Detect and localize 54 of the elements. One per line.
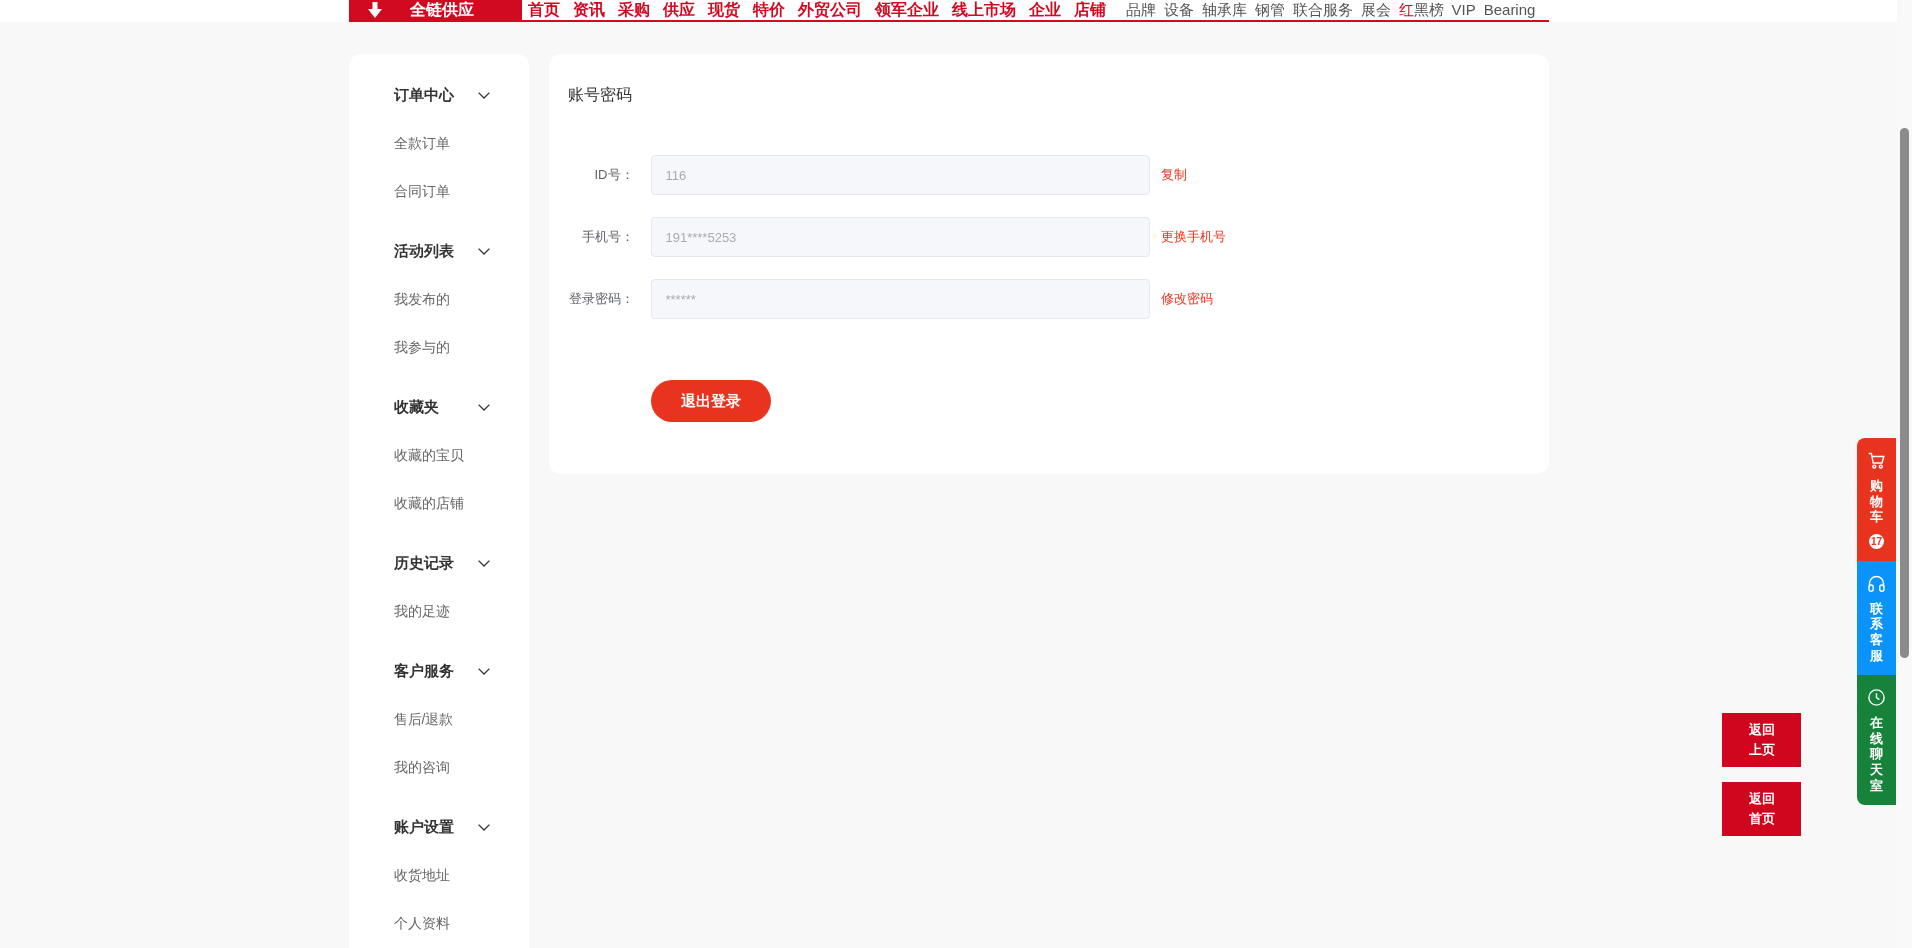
count-badge: 17 <box>1869 533 1884 549</box>
nav-link[interactable]: 外贸公司 <box>797 0 862 20</box>
category-button[interactable]: 全链供应 <box>348 0 522 20</box>
sidebar-item[interactable]: 收藏的宝贝 <box>393 431 464 479</box>
sidebar-group-header[interactable]: 订单中心 <box>393 71 490 119</box>
sidebar-item[interactable]: 收藏的店铺 <box>393 479 464 527</box>
sidebar-group-header[interactable]: 收藏夹 <box>393 383 490 431</box>
nav-link[interactable]: 轴承库 <box>1201 0 1247 20</box>
field-label: ID号： <box>593 166 634 184</box>
nav-link[interactable]: 品牌 <box>1125 0 1156 20</box>
clock-icon <box>1868 689 1885 707</box>
sidebar-group-header[interactable]: 客户服务 <box>393 647 490 695</box>
headset-icon <box>1868 574 1885 592</box>
logout-button[interactable]: 退出登录 <box>650 380 771 422</box>
nav-link[interactable]: VIP <box>1451 0 1476 20</box>
nav-link[interactable]: 首页 <box>527 0 560 20</box>
sidebar-item[interactable]: 我参与的 <box>393 323 450 371</box>
nav-link[interactable]: 现货 <box>707 0 740 20</box>
side-tab[interactable]: 在线聊天室 <box>1857 675 1896 806</box>
sidebar-item[interactable]: 合同订单 <box>393 167 450 215</box>
section-title: 账号密码 <box>567 85 632 105</box>
sidebar-group-header[interactable]: 账户设置 <box>393 803 490 851</box>
side-tab[interactable]: 联系客服 <box>1857 560 1896 676</box>
sidebar-item[interactable]: 我的咨询 <box>393 743 450 791</box>
scrollbar-thumb[interactable] <box>1900 128 1909 658</box>
nav-link[interactable]: 线上市场 <box>951 0 1016 20</box>
sidebar-item[interactable]: 收货地址 <box>393 851 450 899</box>
nav-link[interactable]: 供应 <box>662 0 695 20</box>
sidebar-item[interactable]: 我的足迹 <box>393 587 450 635</box>
back-button[interactable]: 返回首页 <box>1722 782 1801 836</box>
nav-link[interactable]: Bearing <box>1483 0 1536 20</box>
back-button[interactable]: 返回上页 <box>1722 713 1801 767</box>
nav-link[interactable]: 资讯 <box>572 0 605 20</box>
side-tab[interactable]: 购物车 17 <box>1857 438 1896 561</box>
nav-link[interactable]: 展会 <box>1360 0 1391 20</box>
sidebar-item[interactable]: 全款订单 <box>393 119 450 167</box>
field-label: 登录密码： <box>567 290 634 308</box>
nav-link[interactable]: 钢管 <box>1254 0 1285 20</box>
nav-link[interactable]: 特价 <box>752 0 785 20</box>
nav-link[interactable]: 联合服务 <box>1292 0 1353 20</box>
cart-icon <box>1868 452 1885 469</box>
nav-link[interactable]: 店铺 <box>1073 0 1106 20</box>
nav-link[interactable]: 领军企业 <box>874 0 939 20</box>
down-arrow-icon <box>367 2 382 18</box>
sidebar-group-header[interactable]: 活动列表 <box>393 227 490 275</box>
nav-link[interactable]: 企业 <box>1028 0 1061 20</box>
nav-link[interactable]: 设备 <box>1163 0 1194 20</box>
nav-link[interactable]: 红黑榜 <box>1398 0 1444 20</box>
nav-link[interactable]: 采购 <box>617 0 650 20</box>
field-label: 手机号： <box>580 228 634 246</box>
sidebar-item[interactable]: 我发布的 <box>393 275 450 323</box>
sidebar-item[interactable]: 个人资料 <box>393 899 450 947</box>
sidebar-group-header[interactable]: 历史记录 <box>393 539 490 587</box>
sidebar-item[interactable]: 售后/退款 <box>393 695 454 743</box>
